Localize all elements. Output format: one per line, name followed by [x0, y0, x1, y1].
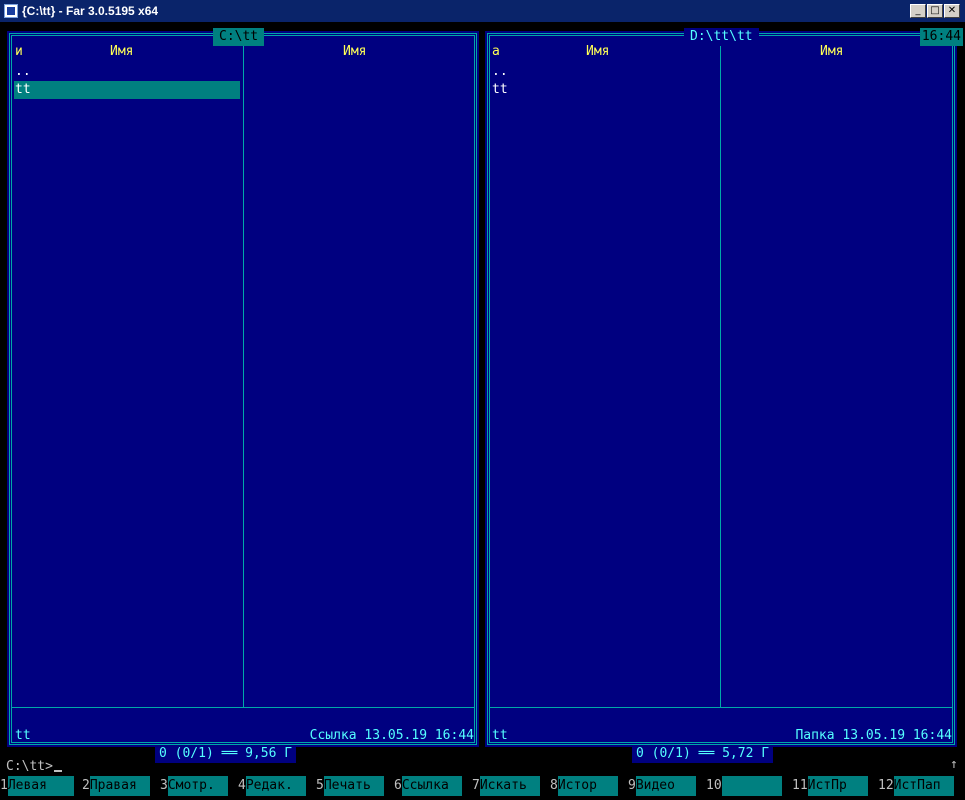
key-f10[interactable]: 10 [700, 776, 782, 796]
left-file-cursor[interactable]: tt [14, 81, 240, 99]
window-title-bar[interactable]: {C:\tt} - Far 3.0.5195 x64 _ □ ✕ [0, 0, 965, 22]
right-file-parent[interactable]: .. [492, 63, 508, 81]
left-info-filename: tt [15, 728, 31, 743]
key-f11-plugin-history[interactable]: 11ИстПр [786, 776, 868, 796]
key-f6-link[interactable]: 6Ссылка [388, 776, 462, 796]
key-f12-folder-history[interactable]: 12ИстПап [872, 776, 954, 796]
key-f8-label: Истор [557, 776, 618, 796]
key-f5-number: 5 [310, 776, 324, 796]
window-title: {C:\tt} - Far 3.0.5195 x64 [22, 4, 159, 18]
command-prompt: C:\tt> [6, 759, 53, 774]
left-column-header-name-1[interactable]: Имя [110, 43, 133, 61]
right-file-tt[interactable]: tt [492, 81, 508, 99]
key-f4-label: Редак. [245, 776, 306, 796]
left-file-parent[interactable]: .. [15, 63, 31, 81]
key-f10-number: 10 [700, 776, 722, 796]
key-f8-history[interactable]: 8Истор [544, 776, 618, 796]
right-info-detail: Папка 13.05.19 16:44 [795, 728, 952, 743]
key-f7-search[interactable]: 7Искать [466, 776, 540, 796]
left-panel-path[interactable]: C:\tt [213, 28, 265, 46]
minimize-button[interactable]: _ [910, 4, 926, 18]
right-panel-stats: 0 (0/1) ══ 5,72 Г [632, 745, 774, 763]
key-f8-number: 8 [544, 776, 558, 796]
key-f4-number: 4 [232, 776, 246, 796]
left-file-tt[interactable]: tt [15, 81, 31, 99]
key-f10-label [721, 776, 782, 796]
right-column-header-name-2[interactable]: Имя [820, 43, 843, 61]
key-f2-label: Правая [89, 776, 150, 796]
key-f4-edit[interactable]: 4Редак. [232, 776, 306, 796]
key-f2-number: 2 [76, 776, 90, 796]
key-f11-number: 11 [786, 776, 808, 796]
right-panel-path[interactable]: D:\tt\tt [684, 28, 759, 46]
key-f5-label: Печать [323, 776, 384, 796]
right-panel-frame [487, 33, 955, 745]
key-f3-view[interactable]: 3Смотр. [154, 776, 228, 796]
left-panel[interactable]: C:\tt и Имя Имя .. tt tt Ссылка 13.05.19… [7, 28, 479, 763]
right-info-filename: tt [492, 728, 508, 743]
scroll-up-indicator[interactable]: ↑ [950, 756, 958, 774]
close-button[interactable]: ✕ [944, 4, 960, 18]
key-f1-left[interactable]: 1Левая [0, 776, 74, 796]
clock: 16:44 [919, 28, 963, 46]
key-f6-number: 6 [388, 776, 402, 796]
key-f1-label: Левая [7, 776, 74, 796]
key-f3-number: 3 [154, 776, 168, 796]
left-column-header-name-2[interactable]: Имя [343, 43, 366, 61]
right-column-header-name-1[interactable]: Имя [586, 43, 609, 61]
left-sort-indicator[interactable]: и [15, 43, 23, 61]
left-info-detail: Ссылка 13.05.19 16:44 [309, 728, 474, 743]
right-info-separator [489, 707, 953, 710]
command-line[interactable]: C:\tt> [6, 758, 62, 776]
key-f9-video[interactable]: 9Видео [622, 776, 696, 796]
key-f12-label: ИстПап [893, 776, 954, 796]
key-f5-print[interactable]: 5Печать [310, 776, 384, 796]
right-panel[interactable]: D:\tt\tt 16:44 a Имя Имя .. tt tt Папка … [485, 28, 963, 763]
far-app-icon[interactable] [4, 4, 18, 18]
left-column-separator [243, 45, 244, 707]
maximize-button[interactable]: □ [927, 4, 943, 18]
right-sort-indicator[interactable]: a [492, 43, 500, 61]
function-key-bar: 1Левая 2Правая 3Смотр. 4Редак. 5Печать 6… [0, 776, 965, 796]
key-f12-number: 12 [872, 776, 894, 796]
left-panel-stats: 0 (0/1) ══ 9,56 Г [155, 745, 297, 763]
key-f6-label: Ссылка [401, 776, 462, 796]
left-info-separator [11, 707, 475, 710]
key-f1-number: 1 [0, 776, 8, 796]
key-f3-label: Смотр. [167, 776, 228, 796]
key-f9-label: Видео [635, 776, 696, 796]
text-caret [53, 770, 62, 772]
right-column-separator [720, 45, 721, 707]
key-f2-right[interactable]: 2Правая [76, 776, 150, 796]
key-f9-number: 9 [622, 776, 636, 796]
key-f7-number: 7 [466, 776, 480, 796]
key-f11-label: ИстПр [807, 776, 868, 796]
key-f7-label: Искать [479, 776, 540, 796]
console-area: C:\tt и Имя Имя .. tt tt Ссылка 13.05.19… [0, 22, 965, 800]
